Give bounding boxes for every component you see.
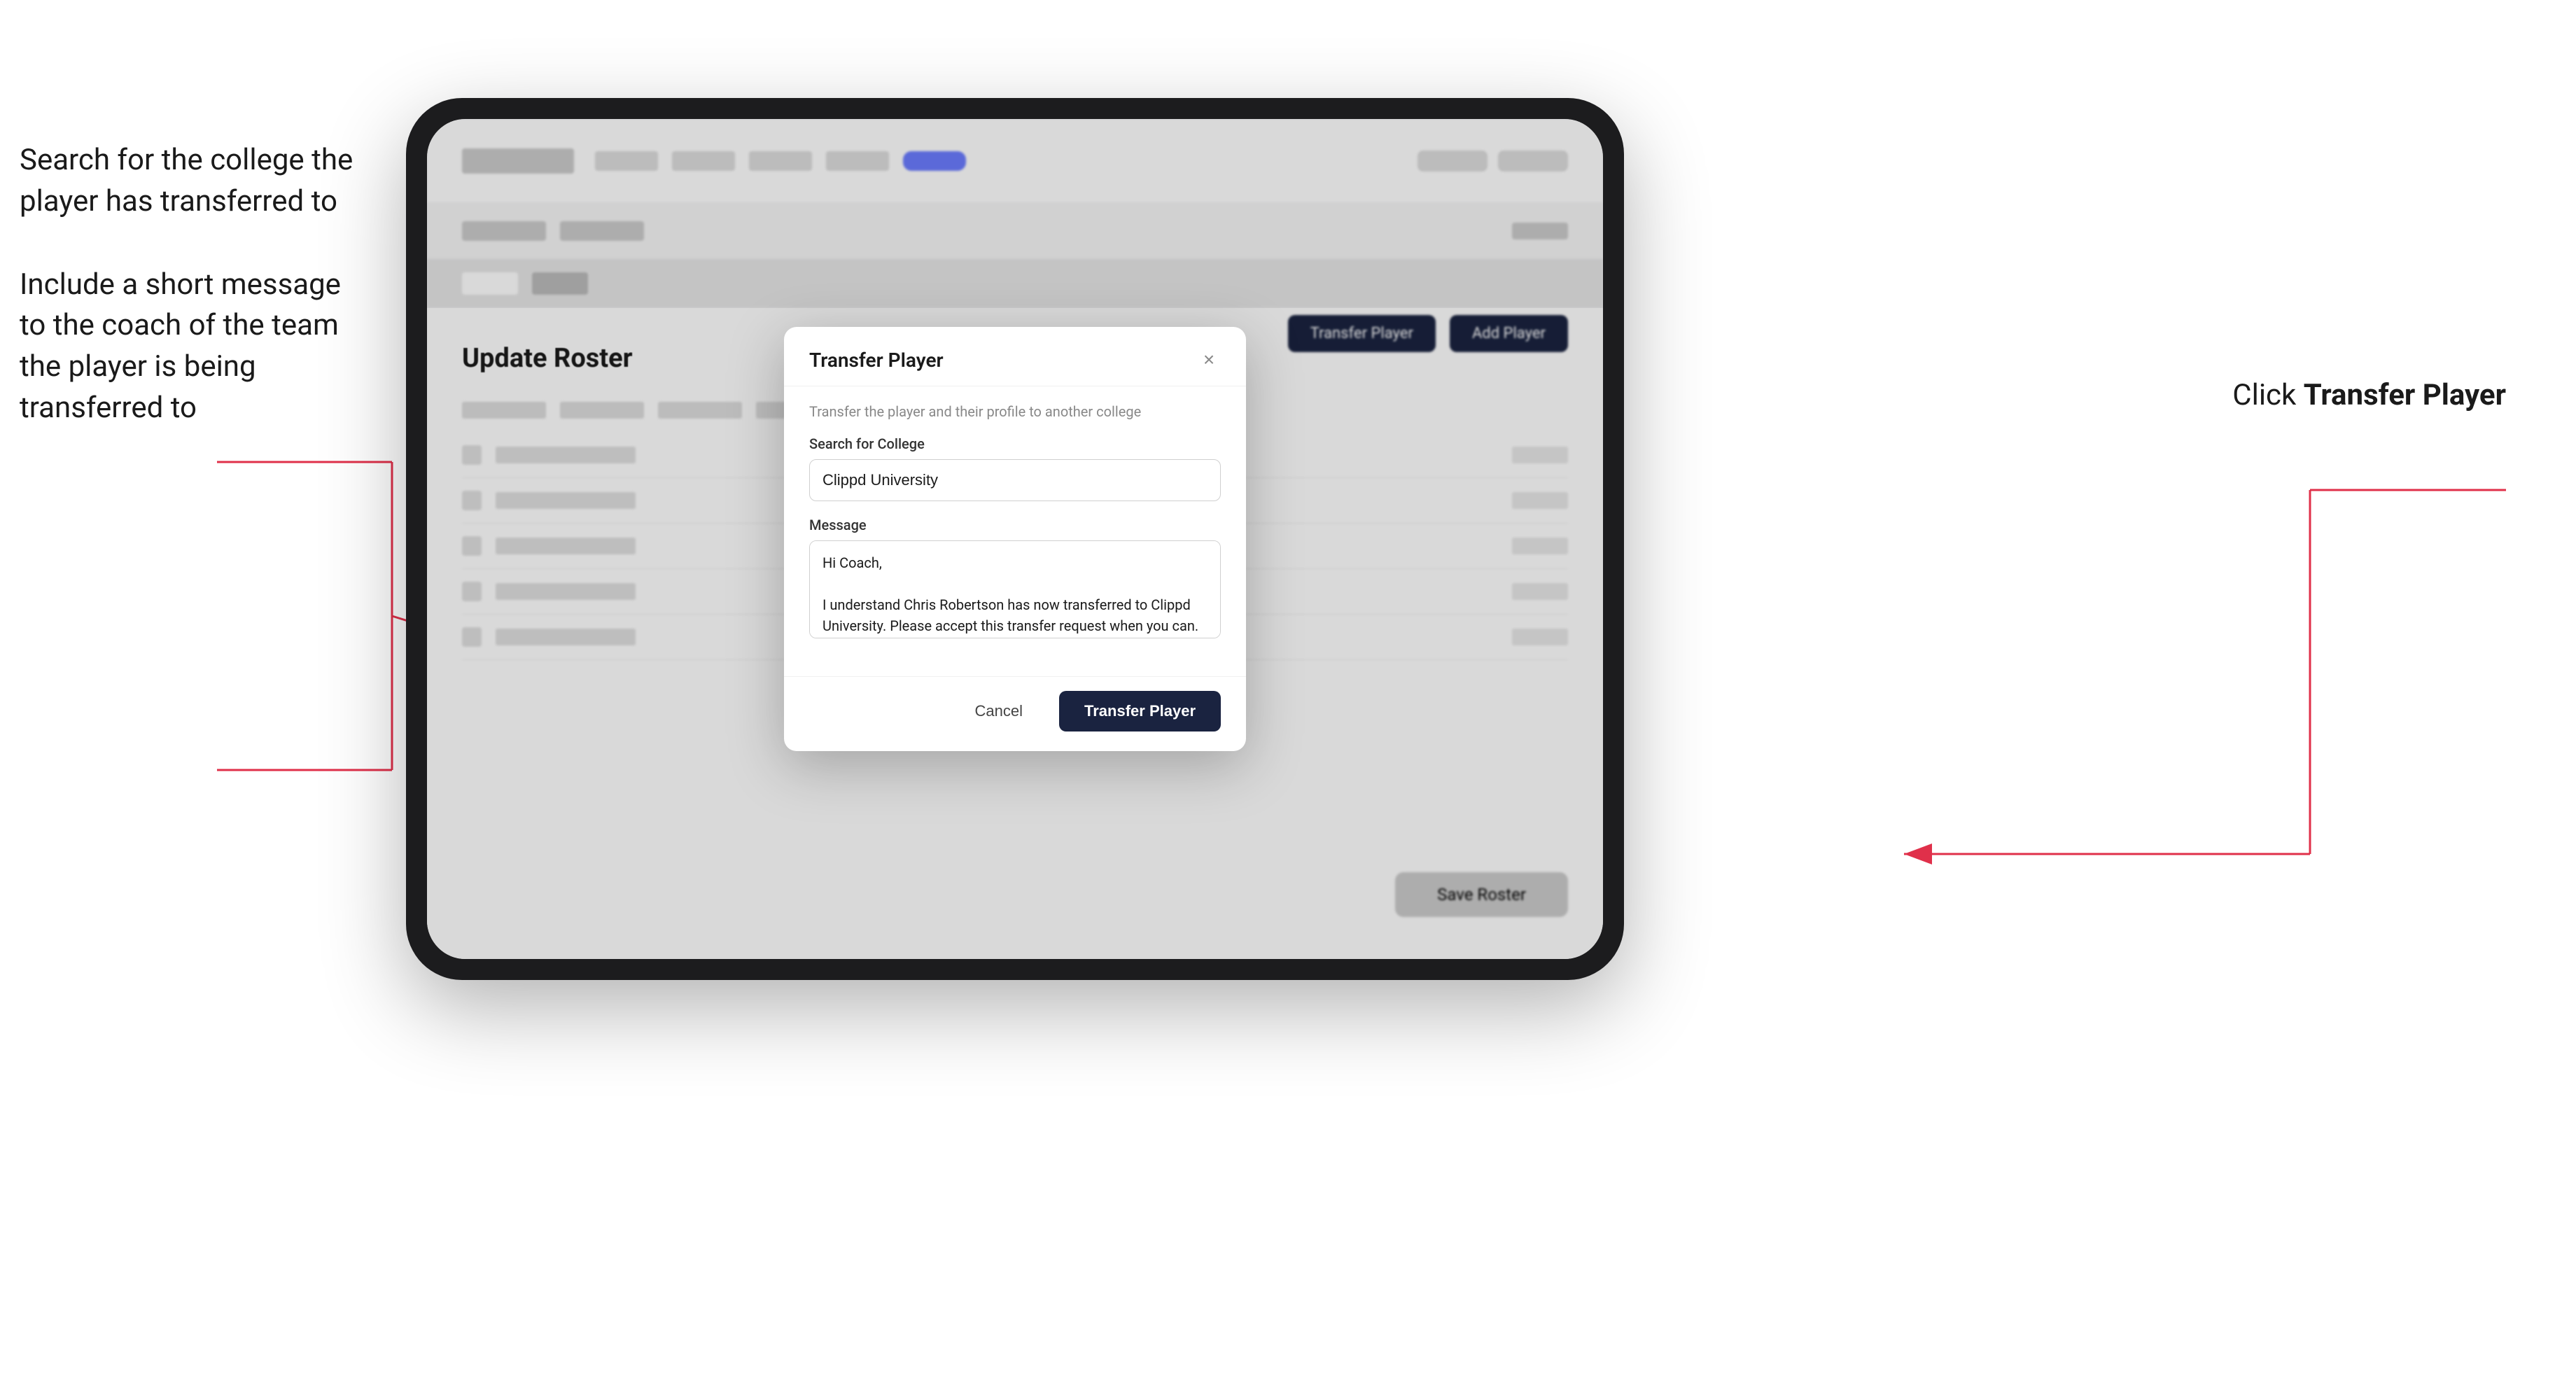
- modal-overlay: Transfer Player × Transfer the player an…: [427, 119, 1603, 959]
- modal-header: Transfer Player ×: [784, 327, 1246, 386]
- college-label: Search for College: [809, 435, 1221, 452]
- modal-footer: Cancel Transfer Player: [784, 676, 1246, 751]
- college-search-input[interactable]: [809, 459, 1221, 501]
- annotation-message-text: Include a short message to the coach of …: [20, 265, 384, 429]
- modal-title: Transfer Player: [809, 349, 944, 372]
- message-field: Message Hi Coach, I understand Chris Rob…: [809, 517, 1221, 641]
- annotation-right-text: Click Transfer Player: [2232, 378, 2506, 412]
- message-label: Message: [809, 517, 1221, 533]
- transfer-player-button[interactable]: Transfer Player: [1059, 691, 1221, 732]
- college-field: Search for College: [809, 435, 1221, 501]
- transfer-player-modal: Transfer Player × Transfer the player an…: [784, 327, 1246, 751]
- ipad-device: Update Roster: [406, 98, 1624, 980]
- ipad-screen: Update Roster: [427, 119, 1603, 959]
- modal-body: Transfer the player and their profile to…: [784, 386, 1246, 676]
- cancel-button[interactable]: Cancel: [953, 691, 1045, 732]
- annotation-search-text: Search for the college the player has tr…: [20, 140, 384, 223]
- modal-close-button[interactable]: ×: [1197, 348, 1221, 372]
- modal-description: Transfer the player and their profile to…: [809, 403, 1221, 420]
- message-textarea[interactable]: Hi Coach, I understand Chris Robertson h…: [809, 540, 1221, 638]
